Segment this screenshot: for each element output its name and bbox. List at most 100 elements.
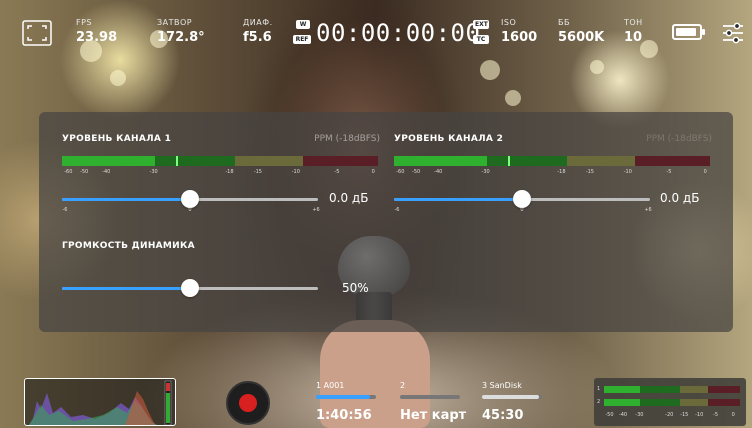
meter-scale-tick: -18 [557,169,566,175]
channel-1-meter [62,156,378,166]
slider-fill [394,198,522,201]
iso-value: 1600 [501,30,538,45]
slider-fill [62,198,190,201]
audio-mini-meter[interactable]: 1 2 -50 -40 -30 -20 -15 -10 -5 0 [594,378,746,426]
iris-stat[interactable]: ДИАФ. f5.6 [243,18,273,45]
channel-1-title: УРОВЕНЬ КАНАЛА 1 [62,134,172,144]
slider-max-tick: +6 [644,207,652,213]
media-slot-2-remaining: Нет карт [400,408,467,423]
iso-label: ISO [501,18,517,27]
bokeh-light [480,60,500,80]
timecode[interactable]: 00:00:00:00 [316,19,480,47]
meter-peak-marker [175,156,178,166]
white-balance-stat[interactable]: ББ 5600K [558,18,604,45]
mini-meter-scale-tick: -40 [618,412,628,418]
meter-scale-tick: -5 [334,169,340,175]
ref-badge: REF [293,35,311,44]
meter-scale-tick: -10 [291,169,300,175]
channel-2-meter-mode[interactable]: PPM (-18dBFS) [646,134,712,144]
mini-meter-scale-tick: -50 [605,412,614,418]
slider-mid-tick: 0 [188,207,192,213]
meter-scale-tick: 0 [371,169,375,175]
bokeh-light [110,70,126,86]
media-slot-2-name: 2 [400,381,406,390]
mini-meter-channel-2-label: 2 [597,399,601,405]
audio-settings-panel: УРОВЕНЬ КАНАЛА 1 PPM (-18dBFS) -60 -50 -40… [39,112,733,332]
shutter-stat[interactable]: ЗАТВОР 172.8° [157,18,205,45]
white-balance-label: ББ [558,18,570,27]
speaker-volume-slider[interactable] [62,279,318,297]
mini-meter-red-segment [708,399,740,406]
slider-min-tick: -6 [394,207,400,213]
slider-knob[interactable] [181,190,199,208]
battery-icon[interactable] [672,24,705,40]
mini-meter-scale-tick: -15 [680,412,689,418]
channel-2-meter-scale: -60 -50 -40 -30 -18 -15 -10 -5 0 [394,169,710,177]
meter-scale-tick: -30 [481,169,490,175]
ext-badge: EXT [473,20,489,29]
mini-meter-scale-tick: -5 [713,412,719,418]
fps-stat[interactable]: FPS 23.98 [76,18,117,45]
settings-sliders-icon[interactable] [722,22,744,44]
channel-1-gain-value: 0.0 дБ [329,191,369,205]
slider-max-tick: +6 [312,207,320,213]
media-slot-1-name: 1 A001 [316,381,345,390]
meter-scale-tick: -15 [253,169,262,175]
meter-dark-green-segment [487,156,567,166]
slider-fill [62,287,190,290]
mini-meter-channel-1 [604,386,740,393]
meter-red-segment [303,156,378,166]
meter-scale-tick: -40 [102,169,111,175]
meter-scale-tick: -50 [80,169,89,175]
media-slot-3[interactable]: 3 SanDisk 45:30 [482,381,552,423]
histogram-graph [29,380,172,425]
mini-meter-dark-green-segment [640,386,680,393]
bokeh-light [590,60,604,74]
channel-2-title: УРОВЕНЬ КАНАЛА 2 [394,134,504,144]
mini-meter-red-segment [708,386,740,393]
meter-red-segment [635,156,710,166]
media-slot-2[interactable]: 2 Нет карт [400,381,470,423]
mini-meter-olive-segment [680,386,708,393]
mini-meter-channel-1-label: 1 [597,386,601,392]
mini-meter-scale-tick: 0 [731,412,735,418]
meter-scale-tick: -18 [225,169,234,175]
frame-guides-icon[interactable] [22,20,52,46]
slider-knob[interactable] [513,190,531,208]
tint-stat[interactable]: ТОН 10 [624,18,643,45]
record-button[interactable] [226,381,270,425]
histogram[interactable] [24,378,176,426]
tint-label: ТОН [624,18,643,27]
iris-label: ДИАФ. [243,18,273,27]
mini-meter-channel-2 [604,399,740,406]
fps-value: 23.98 [76,30,118,45]
channel-2-gain-slider[interactable] [394,190,650,208]
mini-meter-dark-green-segment [640,399,680,406]
channel-1-gain-slider[interactable] [62,190,318,208]
channel-2-meter [394,156,710,166]
w-badge: W [296,20,310,29]
meter-green-segment [62,156,155,166]
mini-meter-scale-tick: -30 [635,412,644,418]
media-slot-1-remaining: 1:40:56 [316,408,372,423]
iso-stat[interactable]: ISO 1600 [501,18,537,45]
meter-dark-green-segment [155,156,235,166]
white-balance-value: 5600K [558,30,605,45]
meter-peak-marker [507,156,510,166]
meter-scale-tick: -5 [666,169,672,175]
mini-meter-scale-tick: -20 [665,412,674,418]
channel-1-meter-mode[interactable]: PPM (-18dBFS) [314,134,380,144]
slider-knob[interactable] [181,279,199,297]
channel-2-gain-value: 0.0 дБ [660,191,700,205]
channel-1-meter-scale: -60 -50 -40 -30 -18 -15 -10 -5 0 [62,169,378,177]
capacity-fill [316,395,370,399]
speaker-volume-value: 50% [342,281,369,295]
mini-meter-level [604,399,640,406]
mini-meter-olive-segment [680,399,708,406]
meter-scale-tick: -50 [412,169,421,175]
shutter-label: ЗАТВОР [157,18,193,27]
mini-meter-scale: -50 -40 -30 -20 -15 -10 -5 0 [604,412,740,420]
iris-value: f5.6 [243,30,272,45]
bokeh-light [505,90,521,106]
media-slot-1[interactable]: 1 A001 1:40:56 [316,381,386,423]
